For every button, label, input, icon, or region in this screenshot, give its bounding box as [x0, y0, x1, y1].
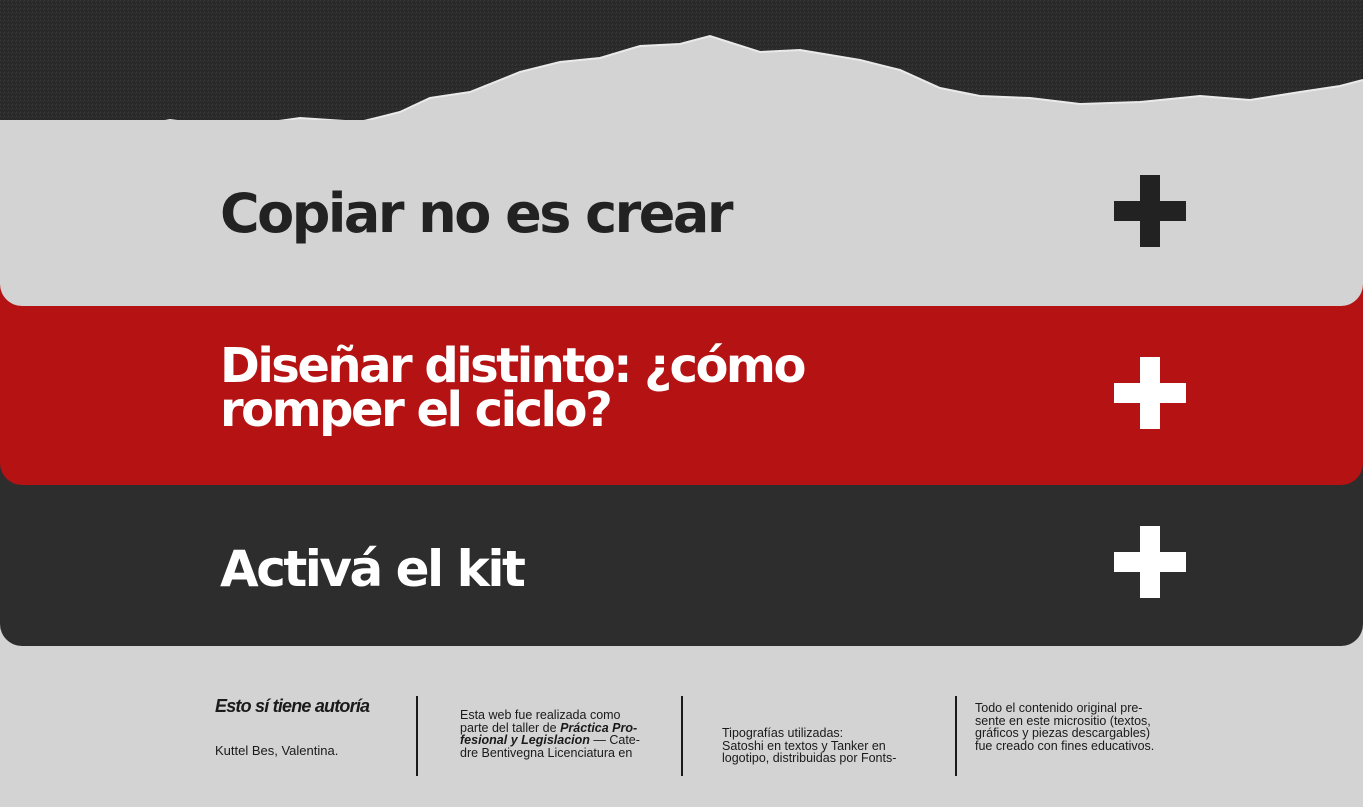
footer-divider	[955, 696, 957, 776]
footer-about-text: — Cate-	[589, 733, 640, 747]
footer-about-line: fesional y Legislacion — Cate-	[460, 734, 660, 747]
plus-icon[interactable]	[1114, 526, 1186, 598]
footer-typography: Tipografías utilizadas: Satoshi en texto…	[722, 727, 922, 807]
accordion-title-activa[interactable]: Activá el kit	[220, 540, 526, 598]
accordion-item-activa[interactable]: Activá el kit	[0, 460, 1363, 646]
accordion-item-disenar[interactable]: Diseñar distinto: ¿cómo romper el ciclo?	[0, 282, 1363, 485]
footer-heading: Esto sí tiene autoría	[215, 696, 370, 716]
footer-typography-line: logotipo, distribuidas por Fonts-	[722, 751, 897, 765]
footer-license: Todo el contenido original pre- sente en…	[975, 702, 1175, 782]
footer: Esto sí tiene autoría Kuttel Bes, Valent…	[0, 646, 1363, 776]
footer-divider	[416, 696, 418, 776]
plus-icon[interactable]	[1114, 357, 1186, 429]
footer-divider	[681, 696, 683, 776]
footer-about-line: dre Bentivegna Licenciatura en	[460, 745, 633, 760]
accordion-title-disenar[interactable]: Diseñar distinto: ¿cómo romper el ciclo?	[220, 342, 920, 434]
footer-about: Esta web fue realizada como parte del ta…	[460, 709, 660, 789]
footer-license-line: gráficos y piezas descargables)	[975, 726, 1151, 740]
footer-typography-line: Tipografías utilizadas:	[722, 726, 844, 740]
plus-icon[interactable]	[1114, 175, 1186, 247]
footer-license-line: Todo el contenido original pre-	[975, 701, 1143, 715]
footer-license-line: fue creado con fines educativos.	[975, 738, 1155, 753]
accordion-title-copiar[interactable]: Copiar no es crear	[220, 182, 734, 245]
footer-authorship: Esto sí tiene autoría Kuttel Bes, Valent…	[215, 696, 370, 780]
footer-author: Kuttel Bes, Valentina.	[215, 742, 339, 758]
course-name: fesional y Legislacion	[460, 733, 590, 747]
